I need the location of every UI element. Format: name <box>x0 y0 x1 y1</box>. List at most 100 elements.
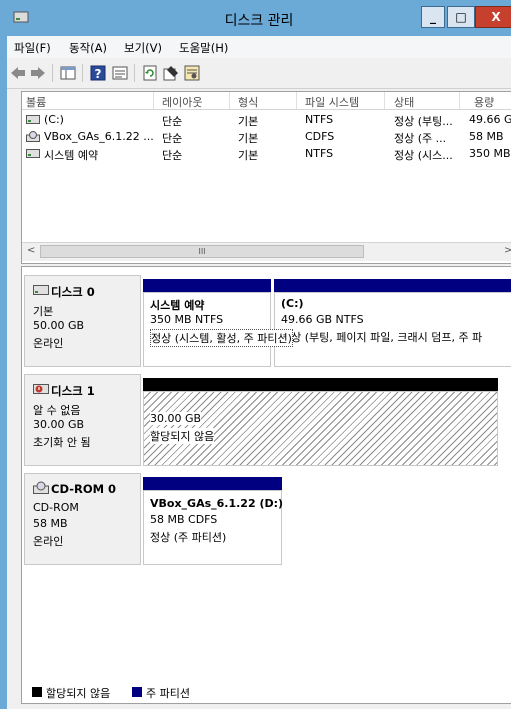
drive-icon <box>26 115 40 124</box>
unallocated-bar <box>143 378 498 391</box>
disk-size: 30.00 GB <box>33 418 85 431</box>
legend: 할당되지 않음 주 파티션 <box>24 683 511 701</box>
volume-row[interactable]: (C:) 단순 기본 NTFS 정상 (부팅... 49.66 GB <box>22 111 511 128</box>
back-arrow-icon[interactable] <box>9 64 27 82</box>
partition-system-reserved[interactable]: 시스템 예약 350 MB NTFS 정상 (시스템, 활성, 주 파티션) <box>143 292 293 367</box>
legend-primary-swatch <box>132 687 142 697</box>
close-button[interactable]: X <box>475 6 511 28</box>
horizontal-scrollbar[interactable]: < III > <box>22 242 511 261</box>
scroll-thumb[interactable]: III <box>40 245 364 258</box>
disk-state: 온라인 <box>33 535 64 548</box>
minimize-button[interactable]: _ <box>421 6 445 28</box>
col-type[interactable]: 형식 <box>238 94 258 110</box>
volume-row[interactable]: 시스템 예약 단순 기본 NTFS 정상 (시스... 350 MB <box>22 145 511 162</box>
partition-title: (C:) <box>281 297 304 310</box>
legend-unallocated-swatch <box>32 687 42 697</box>
legend-unallocated-label: 할당되지 않음 <box>46 687 111 700</box>
volume-capacity: 58 MB <box>469 130 504 143</box>
disk-name: 디스크 1 <box>51 384 95 398</box>
partition-size: 30.00 GB <box>150 412 202 425</box>
partition-status: 정상 (주 파티션) <box>150 531 227 544</box>
volume-layout: 단순 <box>162 115 183 128</box>
disk-0-info[interactable]: 디스크 0 기본 50.00 GB 온라인 <box>24 275 141 367</box>
volume-type: 기본 <box>238 115 259 128</box>
partition-title: 시스템 예약 <box>150 299 205 312</box>
maximize-button[interactable]: □ <box>447 6 475 28</box>
volume-capacity: 49.66 GB <box>469 113 511 126</box>
toolbar-separator <box>134 64 135 82</box>
disk-state: 온라인 <box>33 337 64 350</box>
menu-action[interactable]: 동작(A) <box>69 40 107 56</box>
col-filesystem[interactable]: 파일 시스템 <box>305 94 359 110</box>
primary-partition-bar <box>274 279 511 292</box>
disk-type: CD-ROM <box>33 501 79 514</box>
disk-management-window: 디스크 관리 _ □ X 파일(F) 동작(A) 보기(V) 도움말(H) ? <box>0 0 511 709</box>
col-layout[interactable]: 레이아웃 <box>162 94 202 110</box>
volume-status: 정상 (주 ... <box>394 132 447 145</box>
volume-layout: 단순 <box>162 149 183 162</box>
properties-list-icon[interactable] <box>111 64 129 82</box>
cd-drive-icon <box>26 131 40 142</box>
volume-capacity: 350 MB <box>469 147 511 160</box>
unallocated-space[interactable]: 30.00 GB 할당되지 않음 <box>143 391 498 466</box>
disk-unknown-icon <box>33 384 49 394</box>
menu-file[interactable]: 파일(F) <box>14 40 51 56</box>
primary-partition-bar <box>143 279 271 292</box>
volume-fs: NTFS <box>305 113 334 126</box>
volume-name: (C:) <box>44 113 64 126</box>
col-status[interactable]: 상태 <box>394 94 414 110</box>
legend-primary-label: 주 파티션 <box>146 687 190 700</box>
partition-status: 정상 (시스템, 활성, 주 파티션) <box>150 329 293 347</box>
col-divider <box>153 92 154 109</box>
partition-status: 할당되지 않음 <box>150 428 215 444</box>
partition-cdrom[interactable]: VBox_GAs_6.1.22 (D:) 58 MB CDFS 정상 (주 파티… <box>143 490 284 565</box>
col-divider <box>384 92 385 109</box>
disk-settings-icon[interactable] <box>183 64 201 82</box>
disk-size: 58 MB <box>33 517 68 530</box>
col-divider <box>459 92 460 109</box>
toolbar-separator <box>52 64 53 82</box>
title-bar[interactable]: 디스크 관리 _ □ X <box>7 0 511 36</box>
volume-status: 정상 (시스... <box>394 149 453 162</box>
volume-status: 정상 (부팅... <box>394 115 453 128</box>
partition-size: 350 MB NTFS <box>150 313 224 326</box>
menu-view[interactable]: 보기(V) <box>124 40 162 56</box>
col-volume[interactable]: 볼륨 <box>26 94 46 110</box>
toolbar: ? <box>7 58 511 89</box>
disk-name: 디스크 0 <box>51 285 95 299</box>
disk-graphical-view: 디스크 0 기본 50.00 GB 온라인 시스템 예약 350 MB NTFS… <box>21 266 511 704</box>
scroll-right-icon[interactable]: > <box>504 245 511 256</box>
volume-row[interactable]: VBox_GAs_6.1.22 ... 단순 기본 CDFS 정상 (주 ...… <box>22 128 511 145</box>
primary-partition-bar <box>143 477 282 490</box>
volume-fs: NTFS <box>305 147 334 160</box>
volume-name: VBox_GAs_6.1.22 ... <box>44 130 154 143</box>
disk-type: 기본 <box>33 305 54 318</box>
volume-list[interactable]: 볼륨 레이아웃 형식 파일 시스템 상태 용량 (C:) 단순 기본 NTFS … <box>21 91 511 264</box>
scroll-left-icon[interactable]: < <box>27 245 35 256</box>
col-divider <box>296 92 297 109</box>
volume-type: 기본 <box>238 149 259 162</box>
col-capacity[interactable]: 용량 <box>474 94 494 110</box>
partition-title: VBox_GAs_6.1.22 (D:) <box>150 497 284 510</box>
volume-list-header: 볼륨 레이아웃 형식 파일 시스템 상태 용량 <box>22 92 511 110</box>
cdrom-0-info[interactable]: CD-ROM 0 CD-ROM 58 MB 온라인 <box>24 473 141 565</box>
forward-arrow-icon[interactable] <box>29 64 47 82</box>
partition-status: 정상 (부팅, 페이지 파일, 크래시 덤프, 주 파 <box>281 331 483 344</box>
drive-icon <box>26 149 40 158</box>
console-tree-icon[interactable] <box>59 64 77 82</box>
disk-state: 초기화 안 됨 <box>33 436 91 449</box>
volume-type: 기본 <box>238 132 259 145</box>
disk-type: 알 수 없음 <box>33 404 81 417</box>
cd-drive-icon <box>33 481 49 494</box>
volume-name: 시스템 예약 <box>44 149 99 162</box>
toolbar-separator <box>82 64 83 82</box>
refresh-icon[interactable] <box>141 64 159 82</box>
partition-c-drive[interactable]: (C:) 49.66 GB NTFS 정상 (부팅, 페이지 파일, 크래시 덤… <box>274 292 511 367</box>
menu-help[interactable]: 도움말(H) <box>179 40 228 56</box>
partition-size: 58 MB CDFS <box>150 513 218 526</box>
disk-size: 50.00 GB <box>33 319 85 332</box>
col-divider <box>229 92 230 109</box>
properties-icon[interactable] <box>162 64 180 82</box>
disk-1-info[interactable]: 디스크 1 알 수 없음 30.00 GB 초기화 안 됨 <box>24 374 141 466</box>
help-icon[interactable]: ? <box>89 64 107 82</box>
